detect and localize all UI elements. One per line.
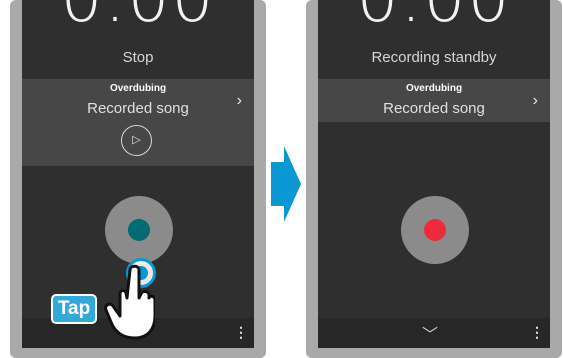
chevron-right-icon[interactable]: › bbox=[533, 93, 538, 109]
tap-label: Tap bbox=[51, 294, 97, 324]
record-dot-icon bbox=[424, 219, 446, 241]
right-screen: 0.00 Recording standby Overdubing Record… bbox=[318, 0, 550, 348]
play-button[interactable]: ▷ bbox=[121, 125, 152, 156]
overdub-panel[interactable]: Overdubing Recorded song › bbox=[318, 79, 550, 122]
record-dot-icon bbox=[128, 219, 150, 241]
recording-time: 0.00 bbox=[318, 0, 550, 32]
panel-title: Overdubing bbox=[109, 83, 167, 94]
bottom-bar: ﹀ ⋮ bbox=[318, 318, 550, 348]
more-menu-icon[interactable]: ⋮ bbox=[234, 325, 248, 339]
record-button[interactable] bbox=[105, 196, 173, 264]
panel-title: Overdubing bbox=[405, 83, 463, 94]
overdub-panel[interactable]: Overdubing Recorded song › ▷ bbox=[22, 79, 254, 166]
pointing-hand-icon bbox=[104, 264, 155, 340]
chevron-right-icon[interactable]: › bbox=[237, 93, 242, 109]
recording-status: Recording standby bbox=[371, 49, 497, 66]
play-icon: ▷ bbox=[132, 134, 141, 146]
recording-status: Stop bbox=[122, 49, 154, 66]
right-phone: 0.00 Recording standby Overdubing Record… bbox=[306, 0, 562, 358]
more-menu-icon[interactable]: ⋮ bbox=[530, 325, 544, 339]
right-arrow-icon bbox=[271, 146, 301, 222]
recording-time: 0.00 bbox=[22, 0, 254, 32]
panel-song-name: Recorded song bbox=[87, 100, 189, 117]
panel-song-name: Recorded song bbox=[383, 100, 485, 117]
chevron-down-icon[interactable]: ﹀ bbox=[422, 321, 438, 345]
record-button[interactable] bbox=[401, 196, 469, 264]
